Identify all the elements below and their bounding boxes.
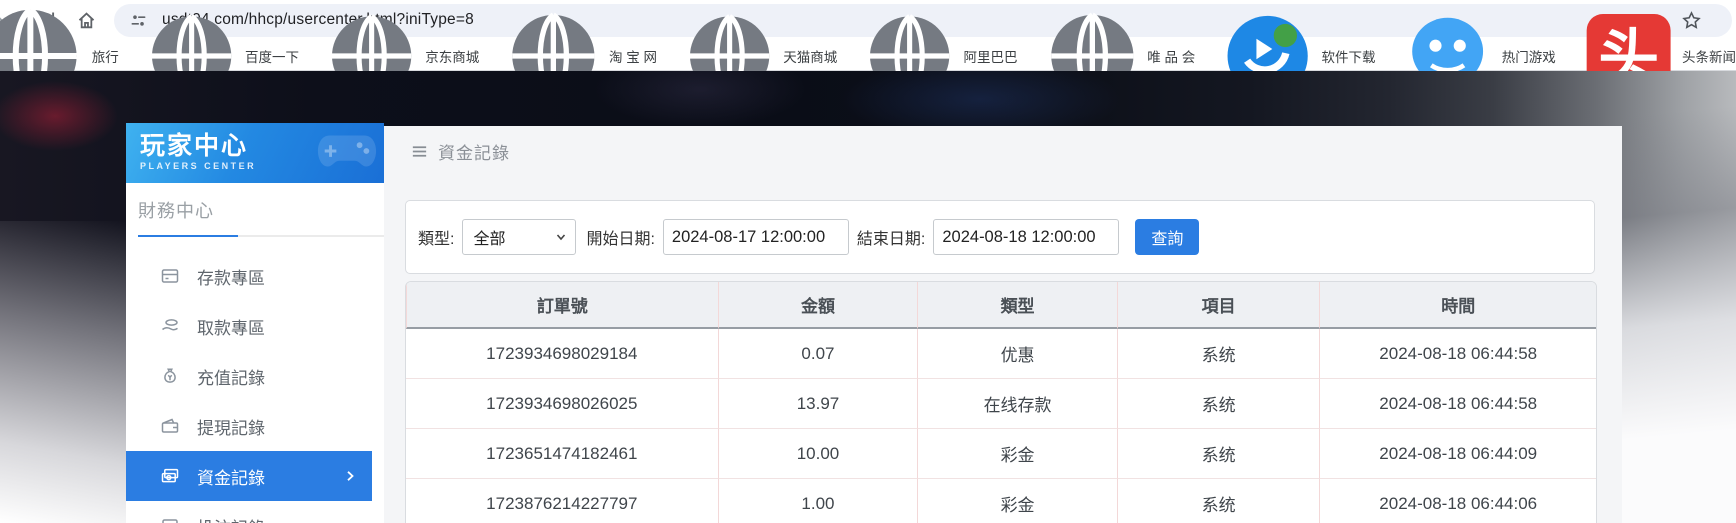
type-select[interactable]: 全部 (462, 219, 576, 255)
table-header-row: 訂單號金額類型項目時間 (406, 282, 1596, 329)
bookmark-label: 热门游戏 (1502, 46, 1556, 66)
menu-item-icon (160, 416, 180, 436)
order-number-cell: 1723934698029184 (406, 329, 718, 379)
table-row: 1723651474182461 10.00 彩金 系统 2024-08-18 … (406, 429, 1596, 479)
bookmark-label: 软件下载 (1321, 46, 1375, 66)
menu-item-icon (160, 366, 180, 386)
time-cell: 2024-08-18 06:44:58 (1319, 329, 1596, 379)
sidebar-menu-item[interactable]: 投注記錄 (126, 501, 384, 523)
funds-record-table: 訂單號金額類型項目時間 1723934698029184 0.07 优惠 系统 … (405, 281, 1597, 523)
start-date-label: 開始日期: (586, 225, 654, 249)
bookmark-label: 阿里巴巴 (964, 46, 1018, 66)
main-panel: 資金記錄 類型: 全部 開始日期: 結束日期: 查詢 (384, 126, 1622, 523)
type-cell: 彩金 (917, 479, 1117, 523)
order-number-cell: 1723934698026025 (406, 379, 718, 429)
bookmark-label: 京东商城 (425, 46, 479, 66)
page-title-text: 資金記錄 (438, 139, 510, 164)
player-center-sidebar: 玩家中心 PLAYERS CENTER 財務中心 存款專區 (126, 123, 384, 523)
menu-item-icon (160, 266, 180, 286)
menu-item-label: 存款專區 (197, 264, 265, 289)
type-cell: 在线存款 (917, 379, 1117, 429)
end-date-label: 結束日期: (857, 225, 925, 249)
bookmark-label: 淘 宝 网 (609, 46, 657, 66)
bookmark-label: 唯 品 会 (1147, 46, 1195, 66)
column-header: 類型 (917, 282, 1117, 329)
time-cell: 2024-08-18 06:44:58 (1319, 379, 1596, 429)
menu-item-label: 投注記錄 (197, 514, 265, 523)
type-select-value: 全部 (473, 225, 555, 249)
chevron-right-icon (344, 470, 356, 482)
amount-cell: 10.00 (718, 429, 918, 479)
column-header: 訂單號 (406, 282, 718, 329)
sidebar-body: 財務中心 存款專區 取款專區 (126, 183, 384, 523)
filter-bar: 類型: 全部 開始日期: 結束日期: 查詢 (405, 200, 1595, 274)
amount-cell: 0.07 (718, 329, 918, 379)
gamepad-icon (316, 131, 378, 171)
bookmark-label: 天猫商城 (783, 46, 837, 66)
sidebar-section: 財務中心 (126, 197, 384, 237)
menu-item-icon (160, 466, 180, 486)
type-cell: 优惠 (917, 329, 1117, 379)
section-divider (138, 235, 384, 237)
order-number-cell: 1723651474182461 (406, 429, 718, 479)
menu-item-icon (160, 516, 180, 523)
sidebar-menu-item[interactable]: 提現記錄 (126, 401, 384, 451)
table-row: 1723876214227797 1.00 彩金 系统 2024-08-18 0… (406, 479, 1596, 523)
bookmarks-bar: 旅行 百度一下 京东商城 淘 宝 网 天猫商城 阿里巴巴 唯 品 会 (0, 41, 1736, 71)
sidebar-header: 玩家中心 PLAYERS CENTER (126, 123, 384, 183)
project-cell: 系统 (1117, 379, 1320, 429)
column-header: 金額 (718, 282, 918, 329)
page-title: 資金記錄 (410, 139, 510, 164)
table-row: 1723934698026025 13.97 在线存款 系统 2024-08-1… (406, 379, 1596, 429)
section-title: 財務中心 (138, 197, 384, 223)
type-cell: 彩金 (917, 429, 1117, 479)
bookmark-label: 百度一下 (245, 46, 299, 66)
chevron-down-icon (555, 231, 567, 243)
menu-item-label: 充值記錄 (197, 364, 265, 389)
start-date-input[interactable] (663, 219, 849, 255)
time-cell: 2024-08-18 06:44:09 (1319, 429, 1596, 479)
background-light-streak (1604, 71, 1736, 523)
menu-item-icon (160, 316, 180, 336)
column-header: 時間 (1319, 282, 1596, 329)
hamburger-icon[interactable] (410, 142, 429, 161)
project-cell: 系统 (1117, 479, 1320, 523)
screenshot-root: usdt04.com/hhcp/usercenter.html?iniType=… (0, 0, 1736, 523)
background-left-streak (0, 221, 126, 523)
end-date-input[interactable] (933, 219, 1119, 255)
type-label: 類型: (418, 225, 454, 249)
order-number-cell: 1723876214227797 (406, 479, 718, 523)
site-background: 玩家中心 PLAYERS CENTER 財務中心 存款專區 (0, 71, 1736, 523)
table-body: 1723934698029184 0.07 优惠 系统 2024-08-18 0… (406, 329, 1596, 523)
menu-item-label: 資金記錄 (197, 464, 265, 489)
project-cell: 系统 (1117, 429, 1320, 479)
sidebar-menu-item[interactable]: 存款專區 (126, 251, 384, 301)
search-button[interactable]: 查詢 (1135, 219, 1199, 255)
sidebar-menu-item[interactable]: 資金記錄 (126, 451, 372, 501)
sidebar-menu-item[interactable]: 充值記錄 (126, 351, 384, 401)
amount-cell: 1.00 (718, 479, 918, 523)
project-cell: 系统 (1117, 329, 1320, 379)
bookmark-label: 旅行 (92, 46, 119, 66)
amount-cell: 13.97 (718, 379, 918, 429)
menu-item-label: 提現記錄 (197, 414, 265, 439)
sidebar-menu: 存款專區 取款專區 充值記錄 提現記錄 (126, 251, 384, 523)
bookmark-label: 头条新闻 (1682, 46, 1736, 66)
sidebar-menu-item[interactable]: 取款專區 (126, 301, 384, 351)
column-header: 項目 (1117, 282, 1320, 329)
menu-item-label: 取款專區 (197, 314, 265, 339)
table-row: 1723934698029184 0.07 优惠 系统 2024-08-18 0… (406, 329, 1596, 379)
time-cell: 2024-08-18 06:44:06 (1319, 479, 1596, 523)
